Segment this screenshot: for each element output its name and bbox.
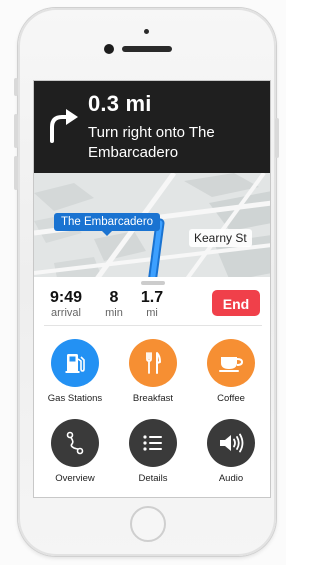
coffee-label: Coffee (217, 393, 245, 404)
current-street-label: The Embarcadero (54, 213, 161, 236)
overview-button[interactable]: Overview (37, 419, 113, 484)
fork-knife-icon (129, 339, 177, 387)
arrival-label: arrival (51, 307, 81, 319)
front-camera (104, 44, 114, 54)
cross-street-label: Kearny St (189, 229, 252, 247)
navigation-banner[interactable]: 0.3 mi Turn right onto The Embarcadero (34, 81, 270, 173)
arrival-stat: 9:49 arrival (46, 289, 86, 320)
coffee-button[interactable]: Coffee (193, 339, 269, 404)
page: 0.3 mi Turn right onto The Embarcadero T… (0, 0, 286, 565)
home-button[interactable] (130, 506, 166, 542)
route-icon (51, 419, 99, 467)
gas-stations-button[interactable]: Gas Stations (37, 339, 113, 404)
drag-handle[interactable] (141, 281, 165, 285)
audio-label: Audio (218, 473, 244, 484)
volume-up-button (14, 114, 18, 148)
details-button[interactable]: Details (115, 419, 191, 484)
arrival-time: 9:49 (49, 289, 83, 306)
gas-stations-label: Gas Stations (47, 393, 103, 404)
overview-label: Overview (55, 473, 95, 484)
proximity-sensor (144, 29, 149, 34)
trip-card: 9:49 arrival 8 min 1.7 mi End Gas Statio… (34, 277, 270, 497)
breakfast-button[interactable]: Breakfast (115, 339, 191, 404)
earpiece-speaker (122, 46, 172, 52)
end-route-button[interactable]: End (212, 290, 260, 316)
breakfast-label: Breakfast (132, 393, 174, 404)
maneuver-distance: 0.3 mi (88, 91, 152, 116)
mute-switch (14, 78, 18, 96)
distance-unit: mi (146, 307, 158, 319)
list-icon (129, 419, 177, 467)
coffee-cup-icon (207, 339, 255, 387)
remaining-distance: 1.7 (140, 289, 164, 306)
duration-stat: 8 min (100, 289, 128, 320)
distance-stat: 1.7 mi (136, 289, 168, 320)
turn-right-arrow-icon (50, 109, 78, 143)
volume-down-button (14, 156, 18, 190)
duration-value: 8 (109, 289, 119, 306)
audio-button[interactable]: Audio (193, 419, 269, 484)
map-view[interactable]: The Embarcadero Kearny St (34, 173, 270, 283)
maps-screen: 0.3 mi Turn right onto The Embarcadero T… (33, 80, 271, 498)
details-label: Details (138, 473, 168, 484)
gas-pump-icon (51, 339, 99, 387)
power-button (275, 118, 279, 158)
card-divider (44, 325, 262, 326)
duration-unit: min (105, 307, 123, 319)
speaker-icon (207, 419, 255, 467)
maneuver-instruction: Turn right onto The Embarcadero (88, 124, 215, 161)
